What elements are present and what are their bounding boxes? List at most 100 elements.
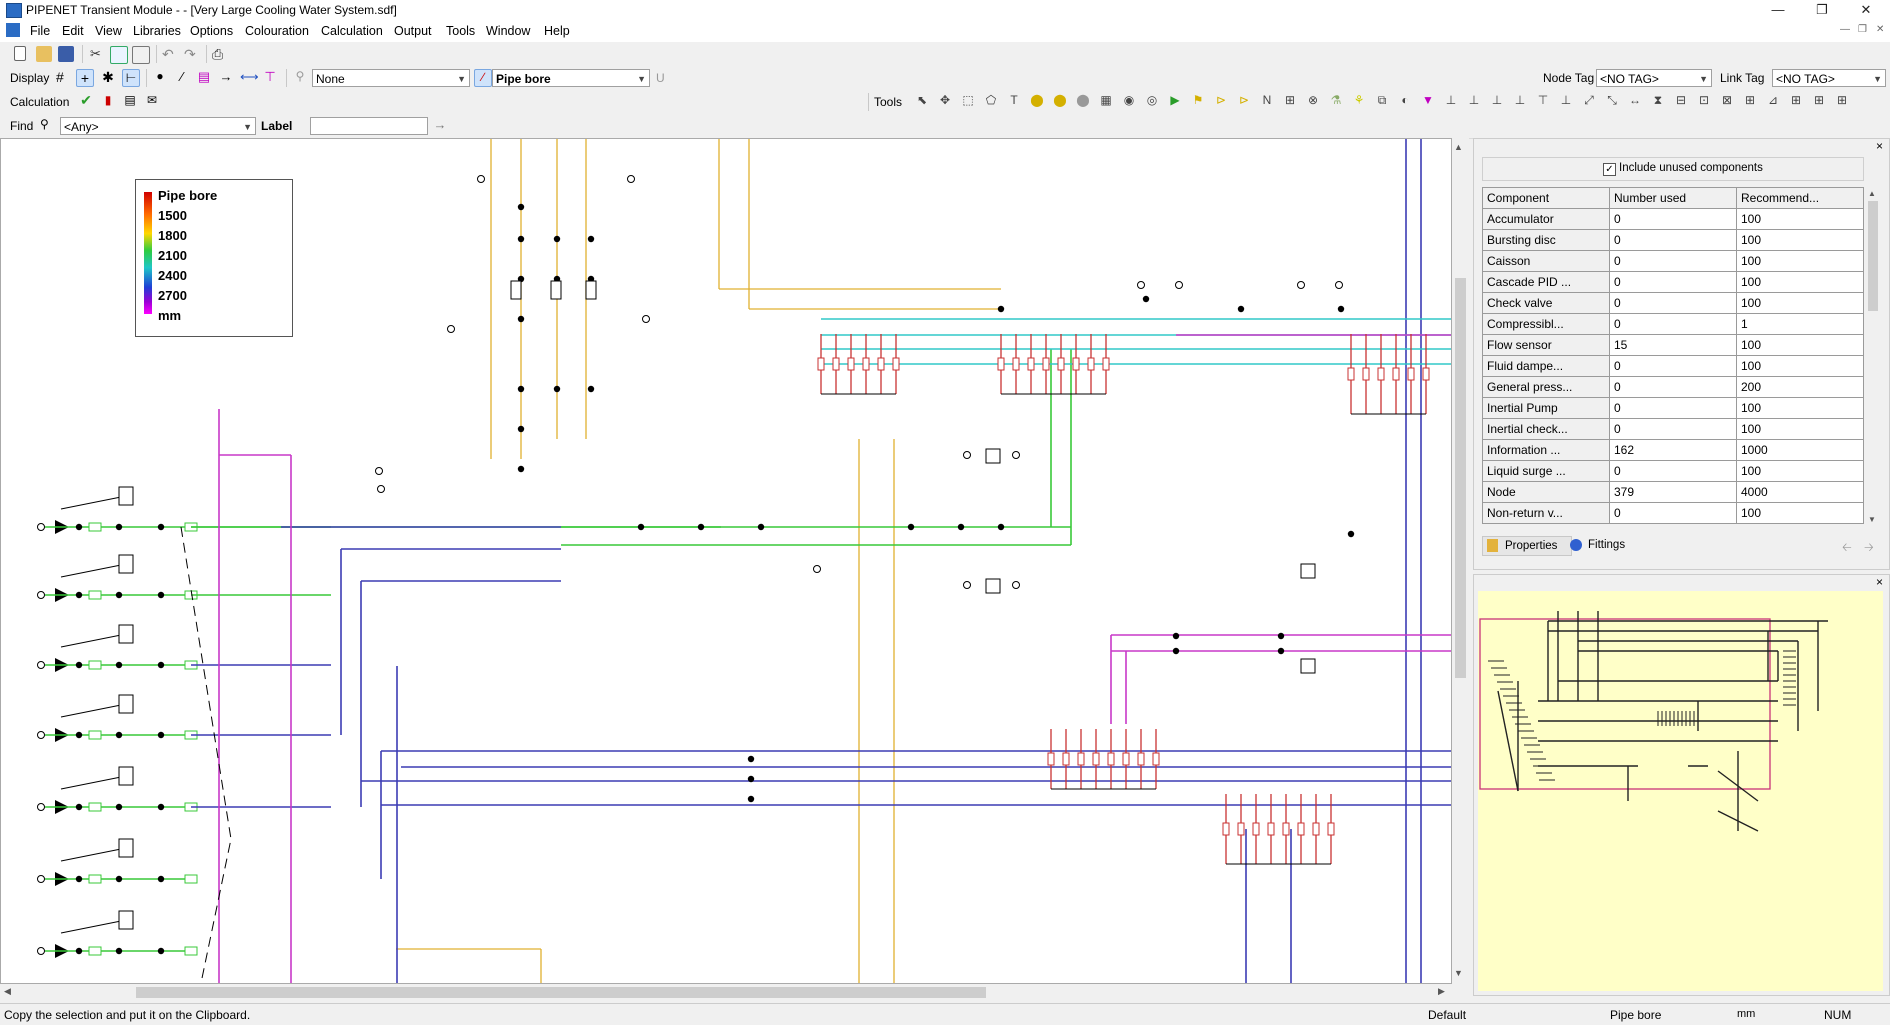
report-icon[interactable]: ▤: [122, 93, 138, 109]
tool-icon[interactable]: ⊥: [1558, 93, 1574, 109]
tool-icon[interactable]: ⊞: [1788, 93, 1804, 109]
cut-icon[interactable]: ✂: [90, 46, 106, 62]
scroll-up-icon[interactable]: ▲: [1454, 142, 1463, 152]
crosshair-icon[interactable]: ✱: [100, 69, 116, 85]
tool-icon[interactable]: ⊥: [1443, 93, 1459, 109]
go-arrow-icon[interactable]: →: [432, 117, 448, 133]
horizontal-scroll-thumb[interactable]: [136, 987, 986, 998]
scroll-right-icon[interactable]: ▶: [1438, 986, 1445, 997]
table-cell[interactable]: 1000: [1736, 439, 1864, 461]
table-cell[interactable]: 100: [1736, 271, 1864, 293]
menu-calculation[interactable]: Calculation: [321, 24, 383, 38]
panel-scroll-thumb[interactable]: [1868, 201, 1878, 311]
include-unused-checkbox[interactable]: ✓: [1603, 163, 1616, 176]
table-cell[interactable]: 0: [1609, 502, 1737, 524]
table-row[interactable]: Non-return v... 0 100: [1482, 502, 1864, 524]
table-cell[interactable]: 100: [1736, 208, 1864, 230]
table-cell[interactable]: 15: [1609, 334, 1737, 356]
menu-options[interactable]: Options: [190, 24, 233, 38]
tool-icon[interactable]: ⊞: [1834, 93, 1850, 109]
table-row[interactable]: Node 379 4000: [1482, 481, 1864, 503]
tool-icon[interactable]: ⊤: [1535, 93, 1551, 109]
column-header[interactable]: Recommend...: [1736, 187, 1864, 209]
tool-icon[interactable]: ◎: [1144, 93, 1160, 109]
flow-icon[interactable]: ⟷: [240, 69, 259, 85]
tool-icon[interactable]: ⚑: [1190, 93, 1206, 109]
table-cell[interactable]: Cascade PID ...: [1482, 271, 1610, 293]
tool-icon[interactable]: ⬤: [1052, 93, 1068, 109]
tool-icon[interactable]: ⊟: [1673, 93, 1689, 109]
table-row[interactable]: Check valve 0 100: [1482, 292, 1864, 314]
new-icon[interactable]: [14, 46, 26, 61]
table-cell[interactable]: 0: [1609, 271, 1737, 293]
menu-file[interactable]: File: [30, 24, 50, 38]
node-tag-select[interactable]: <NO TAG> ▼: [1596, 69, 1712, 87]
table-cell[interactable]: 0: [1609, 208, 1737, 230]
message-icon[interactable]: ✉: [144, 93, 160, 109]
tool-icon[interactable]: ⊠: [1719, 93, 1735, 109]
table-cell[interactable]: 100: [1736, 397, 1864, 419]
find-type-select[interactable]: <Any> ▼: [60, 117, 256, 135]
table-cell[interactable]: 0: [1609, 355, 1737, 377]
table-cell[interactable]: Inertial Pump: [1482, 397, 1610, 419]
menu-help[interactable]: Help: [544, 24, 570, 38]
tool-icon[interactable]: ⧉: [1374, 93, 1390, 109]
scroll-left-icon[interactable]: ◀: [4, 986, 11, 997]
canvas-horizontal-scrollbar[interactable]: ◀ ▶: [0, 984, 1452, 1001]
open-icon[interactable]: [36, 46, 52, 62]
align-icon[interactable]: ⊢: [122, 69, 140, 87]
table-row[interactable]: Liquid surge ... 0 100: [1482, 460, 1864, 482]
table-row[interactable]: Compressibl... 0 1: [1482, 313, 1864, 335]
table-cell[interactable]: 0: [1609, 250, 1737, 272]
tool-icon[interactable]: ⊳: [1236, 93, 1252, 109]
table-cell[interactable]: 100: [1736, 418, 1864, 440]
menu-edit[interactable]: Edit: [62, 24, 84, 38]
table-row[interactable]: General press... 0 200: [1482, 376, 1864, 398]
tool-icon[interactable]: ⚗: [1328, 93, 1344, 109]
tool-icon[interactable]: ⊳: [1213, 93, 1229, 109]
panel-close-icon[interactable]: ×: [1876, 575, 1883, 589]
vertical-scroll-thumb[interactable]: [1455, 278, 1466, 678]
tool-icon[interactable]: ⊥: [1466, 93, 1482, 109]
colour-by-select[interactable]: Pipe bore ▼: [492, 69, 650, 87]
table-cell[interactable]: General press...: [1482, 376, 1610, 398]
tool-icon[interactable]: ⬉: [914, 93, 930, 109]
panel-close-icon[interactable]: ×: [1876, 139, 1883, 153]
print-icon[interactable]: ⎙: [212, 46, 228, 62]
table-cell[interactable]: Caisson: [1482, 250, 1610, 272]
table-cell[interactable]: Bursting disc: [1482, 229, 1610, 251]
table-cell[interactable]: Fluid dampe...: [1482, 355, 1610, 377]
next-arrow-icon[interactable]: 🡢: [1864, 538, 1874, 559]
table-cell[interactable]: Check valve: [1482, 292, 1610, 314]
menu-libraries[interactable]: Libraries: [133, 24, 181, 38]
tool-icon[interactable]: ◐: [1397, 93, 1413, 109]
menu-output[interactable]: Output: [394, 24, 432, 38]
close-button[interactable]: ✕: [1844, 1, 1888, 19]
table-cell[interactable]: 100: [1736, 460, 1864, 482]
tool-icon[interactable]: ⬤: [1075, 93, 1091, 109]
filter-select[interactable]: None ▼: [312, 69, 470, 87]
paste-icon[interactable]: [132, 46, 150, 64]
canvas-vertical-scrollbar[interactable]: ▲ ▼: [1452, 138, 1469, 984]
table-cell[interactable]: 0: [1609, 397, 1737, 419]
table-cell[interactable]: 0: [1609, 229, 1737, 251]
overview-diagram[interactable]: [1478, 591, 1883, 991]
table-cell[interactable]: 100: [1736, 229, 1864, 251]
tool-icon[interactable]: ⊥: [1489, 93, 1505, 109]
tool-icon[interactable]: ▶: [1167, 93, 1183, 109]
tool-icon[interactable]: N: [1259, 93, 1275, 109]
table-row[interactable]: Information ... 162 1000: [1482, 439, 1864, 461]
table-cell[interactable]: Node: [1482, 481, 1610, 503]
menu-tools[interactable]: Tools: [446, 24, 475, 38]
table-cell[interactable]: 100: [1736, 250, 1864, 272]
table-cell[interactable]: Inertial check...: [1482, 418, 1610, 440]
tool-icon[interactable]: ⊗: [1305, 93, 1321, 109]
mdi-restore-button[interactable]: ❐: [1858, 24, 1867, 35]
mdi-close-button[interactable]: ✕: [1876, 24, 1884, 35]
panel-scrollbar[interactable]: ▲ ▼: [1866, 187, 1880, 529]
column-header[interactable]: Component: [1482, 187, 1610, 209]
tool-icon[interactable]: ⬠: [983, 93, 999, 109]
tool-icon[interactable]: ⊞: [1742, 93, 1758, 109]
overview-map[interactable]: [1478, 591, 1883, 991]
scroll-up-icon[interactable]: ▲: [1868, 189, 1876, 198]
